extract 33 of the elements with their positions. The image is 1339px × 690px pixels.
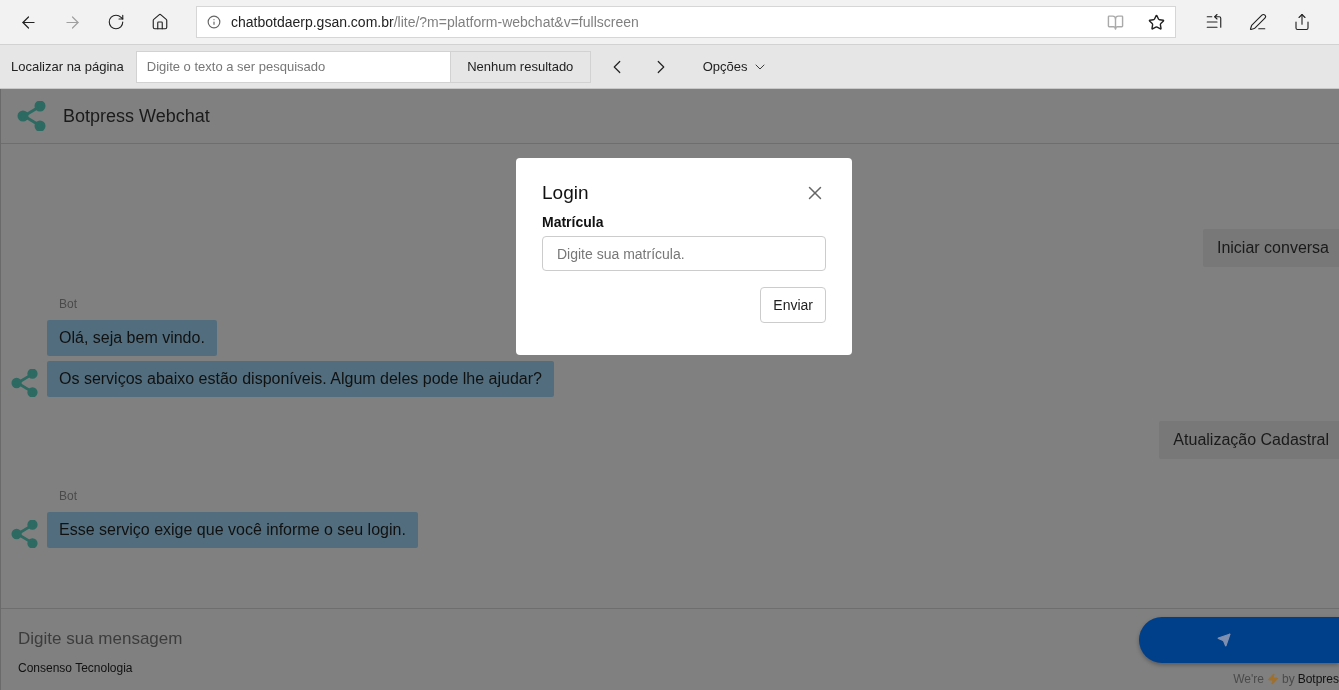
reading-view-icon[interactable]: [1107, 13, 1124, 31]
share-icon: [1293, 13, 1311, 31]
send-icon: [1217, 633, 1231, 647]
options-button[interactable]: Opções: [702, 58, 768, 75]
share-nodes-icon: [11, 369, 39, 397]
bot-message: Esse serviço exige que você informe o seu login.: [47, 512, 418, 548]
user-message: Atualização Cadastral: [1159, 421, 1339, 459]
submit-button[interactable]: Enviar: [760, 287, 826, 323]
info-icon: [207, 15, 221, 29]
address-bar[interactable]: chatbotdaerp.gsan.com.br/lite/?m=platform-webchat&v=fullscreen: [196, 6, 1176, 38]
pen-icon: [1249, 13, 1267, 31]
share-nodes-icon: [11, 520, 39, 548]
home-icon: [151, 13, 169, 31]
refresh-icon: [107, 13, 125, 31]
url-text: chatbotdaerp.gsan.com.br/lite/?m=platform-webchat&v=fullscreen: [231, 14, 640, 30]
send-button[interactable]: [1139, 617, 1339, 663]
field-label: Matrícula: [542, 214, 605, 230]
registration-field[interactable]: Digite sua matrícula.: [542, 236, 826, 271]
chat-title: Botpress Webchat: [63, 105, 210, 127]
lightning-icon: [1266, 673, 1279, 685]
find-field[interactable]: Digite o texto a ser pesquisado: [135, 50, 451, 83]
find-label: Localizar na página: [11, 59, 124, 74]
bot-message: Olá, seja bem vindo.: [47, 320, 217, 356]
message-field[interactable]: Digite sua mensagem: [18, 629, 1139, 649]
dialog-title: Login: [542, 182, 589, 204]
bot-message: Os serviços abaixo estão disponíveis. Algum deles pode lhe ajudar?: [47, 361, 554, 397]
brand-text: Consenso Tecnologia: [18, 661, 133, 675]
user-message: Iniciar conversa: [1202, 229, 1339, 267]
find-result: Nenhum resultado: [450, 50, 591, 83]
favorite-star-icon[interactable]: [1148, 13, 1165, 31]
list-icon: [1205, 13, 1223, 31]
share-nodes-icon: [17, 101, 47, 131]
powered-link[interactable]: Botpres: [1297, 672, 1339, 686]
